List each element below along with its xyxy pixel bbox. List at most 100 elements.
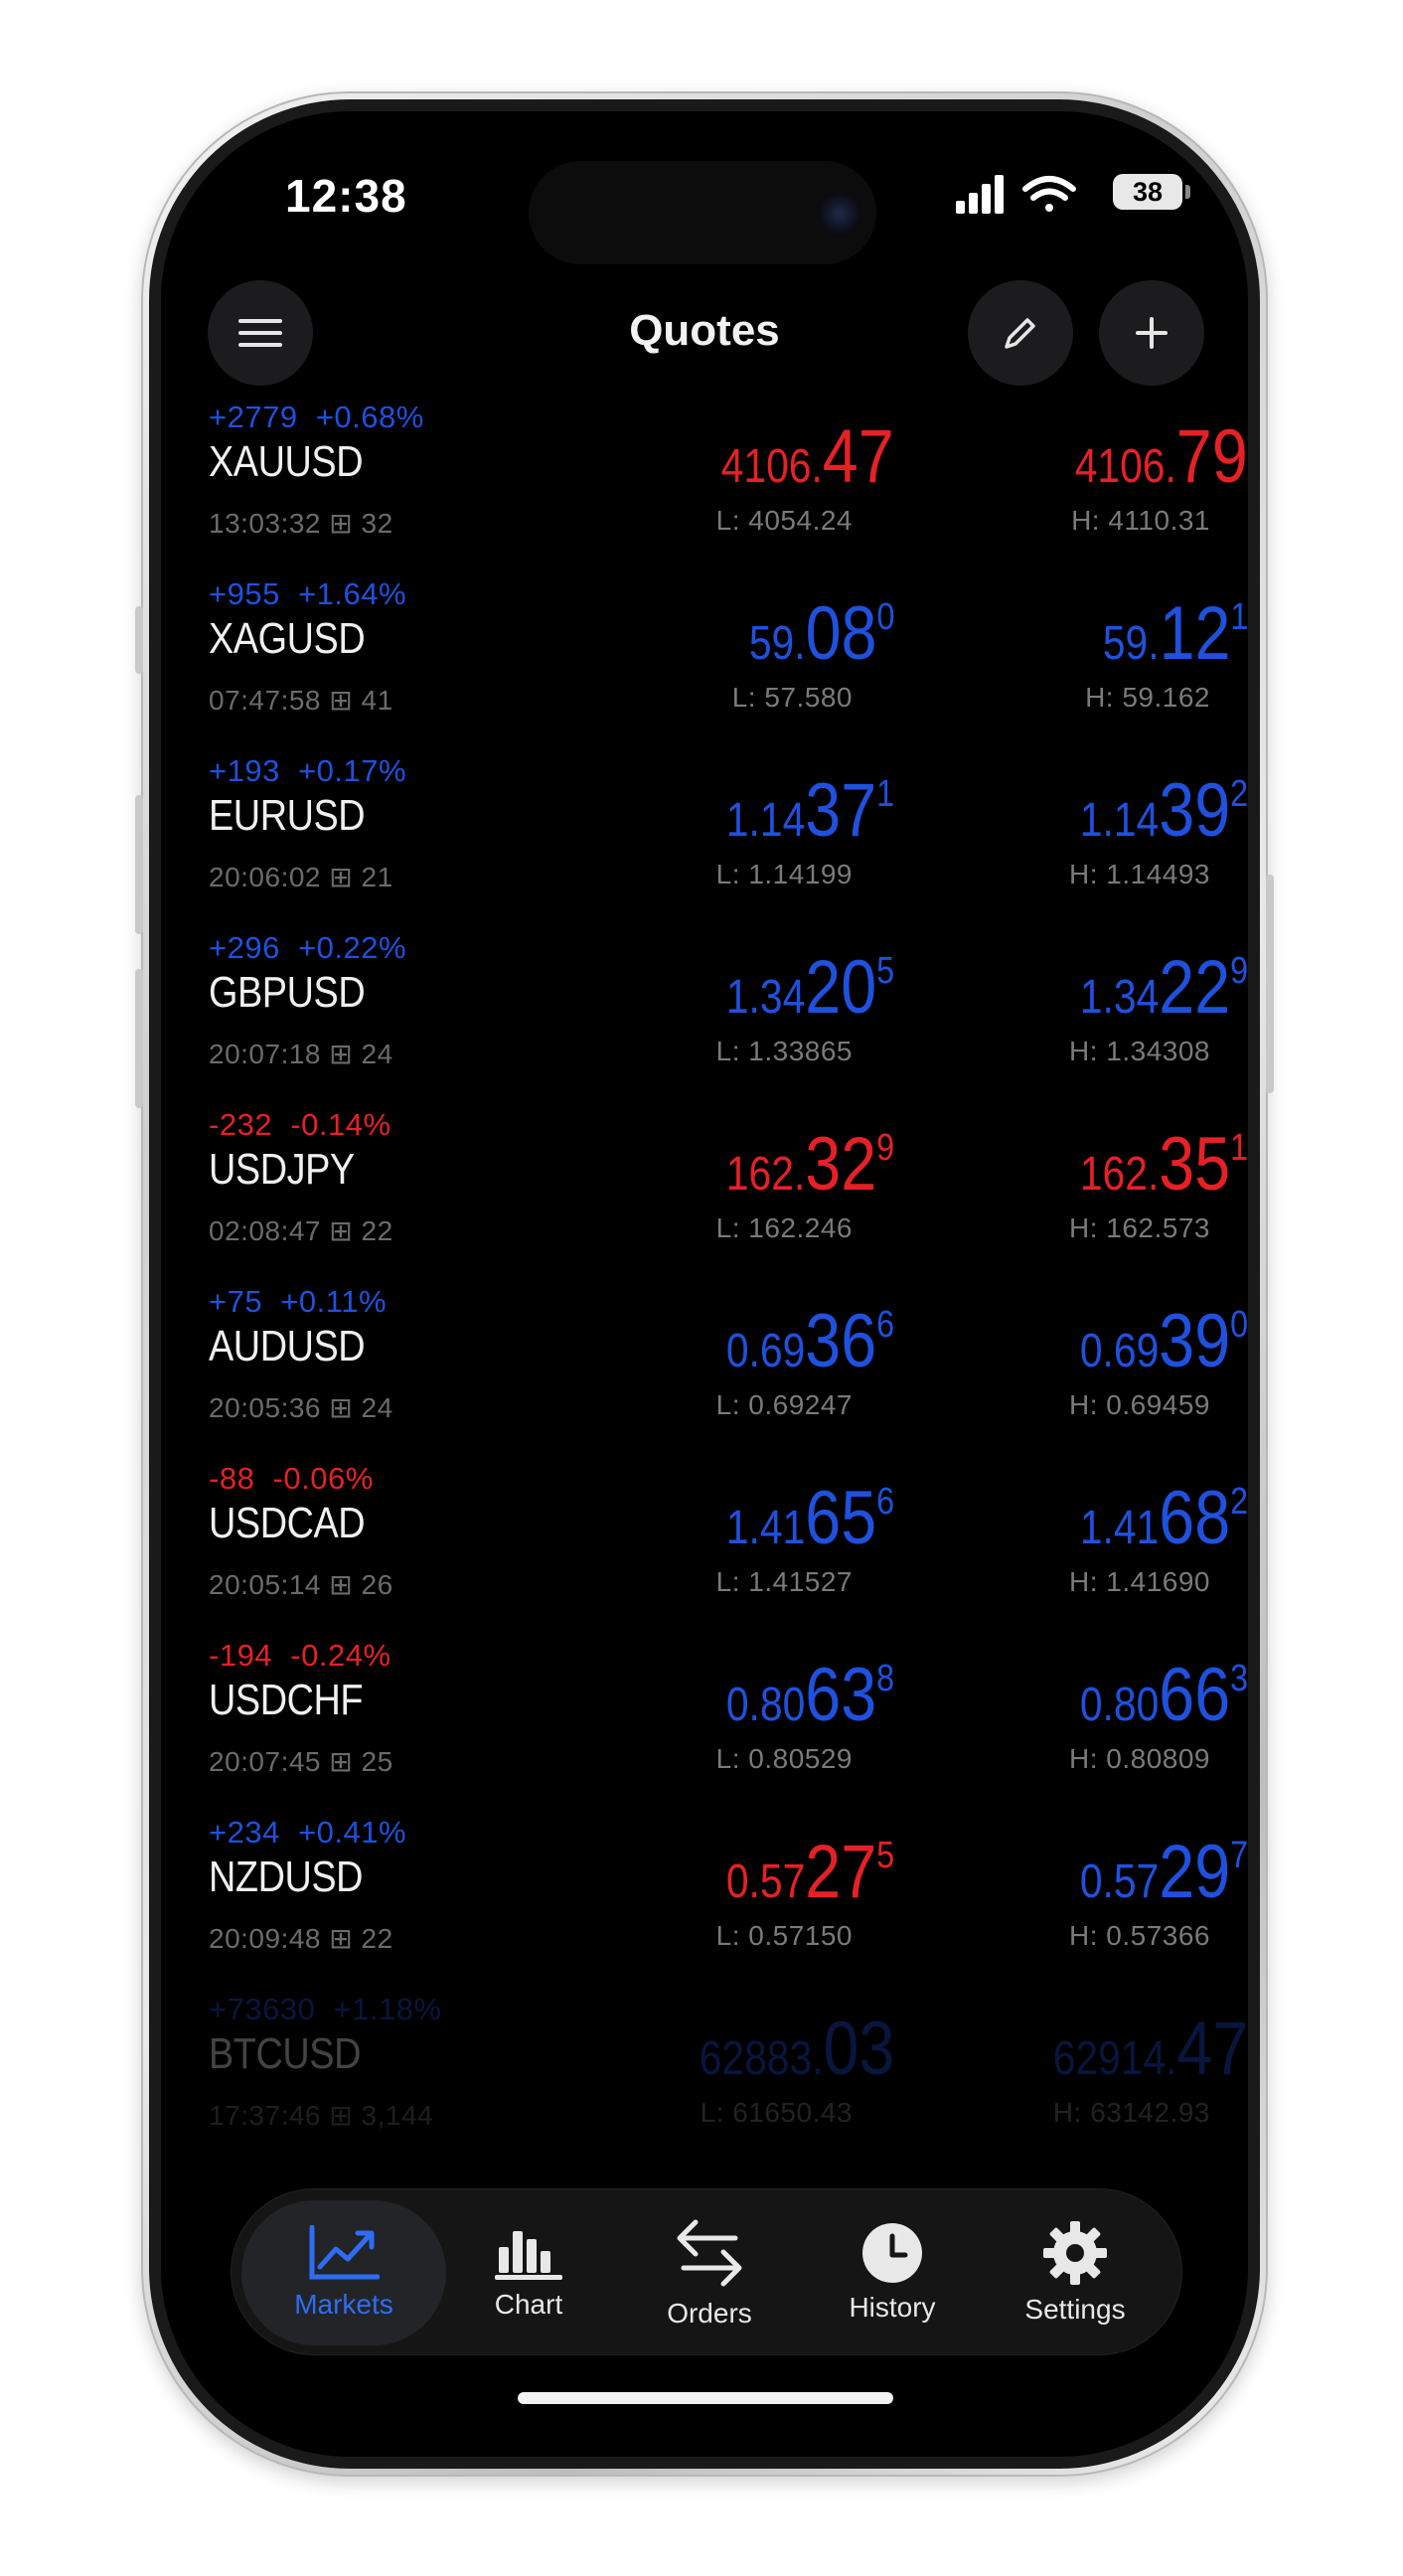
spread-value: 41 <box>361 685 393 716</box>
spread-value: 3,144 <box>361 2100 434 2131</box>
spread-icon: ⊞ <box>329 1923 354 1954</box>
ask-price[interactable]: 1.34229 <box>1080 944 1248 1030</box>
ask-pip-digit: 2 <box>1230 773 1248 815</box>
bid-big-digits: 03 <box>823 2007 894 2091</box>
bid-price[interactable]: 59.080 <box>748 590 894 676</box>
spread-icon: ⊞ <box>329 508 354 539</box>
ask-price[interactable]: 0.80663 <box>1080 1652 1248 1737</box>
ask-price[interactable]: 59.121 <box>1102 590 1248 676</box>
symbol-name: AUDUSD <box>209 1322 366 1370</box>
ask-prefix: 62914. <box>1052 2032 1177 2085</box>
change-percent: +0.68% <box>315 400 424 434</box>
phone-power-button <box>1266 875 1274 1093</box>
low-price: L: 0.80529 <box>715 1743 853 1774</box>
bid-price[interactable]: 1.34205 <box>725 944 894 1030</box>
quote-row-xagusd[interactable]: +955 +1.64% XAGUSD 07:47:58 ⊞ 41 59.080 … <box>161 576 1248 753</box>
ask-price[interactable]: 4106.79 <box>1075 413 1248 499</box>
spread-value: 25 <box>361 1746 393 1777</box>
bid-price[interactable]: 1.41656 <box>725 1475 894 1560</box>
bid-prefix: 1.34 <box>725 971 806 1024</box>
bid-price[interactable]: 62883.03 <box>699 2006 894 2091</box>
page-title: Quotes <box>629 306 780 355</box>
ask-pip-digit: 2 <box>1230 1481 1248 1523</box>
ask-price[interactable]: 0.69390 <box>1079 1298 1248 1383</box>
quote-row-usdjpy[interactable]: -232 -0.14% USDJPY 02:08:47 ⊞ 22 162.329… <box>161 1107 1248 1284</box>
quote-time: 20:09:48 <box>209 1923 321 1954</box>
ask-prefix: 4106. <box>1075 440 1177 493</box>
change-text: -194 -0.24% <box>209 1638 391 1674</box>
change-points: +955 <box>209 576 280 611</box>
ask-price[interactable]: 1.14392 <box>1079 767 1248 853</box>
high-price: H: 1.41690 <box>1069 1566 1210 1597</box>
quote-row-usdchf[interactable]: -194 -0.24% USDCHF 20:07:45 ⊞ 25 0.80638… <box>161 1638 1248 1815</box>
swap-arrows-icon <box>677 2219 742 2287</box>
tab-settings[interactable]: Settings <box>981 2189 1169 2356</box>
cellular-signal-icon <box>956 175 1004 214</box>
ask-prefix: 0.57 <box>1079 1855 1160 1908</box>
quote-row-nzdusd[interactable]: +234 +0.41% NZDUSD 20:09:48 ⊞ 22 0.57275… <box>161 1815 1248 1992</box>
quote-time: 20:07:45 <box>209 1746 321 1777</box>
bid-price[interactable]: 162.329 <box>726 1121 894 1207</box>
ask-price[interactable]: 62914.47 <box>1052 2006 1248 2091</box>
ask-pip-digit: 9 <box>1230 950 1248 992</box>
low-price: L: 162.246 <box>715 1212 853 1243</box>
tab-history[interactable]: History <box>798 2189 987 2356</box>
ask-big-digits: 22 <box>1159 945 1231 1030</box>
quote-row-gbpusd[interactable]: +296 +0.22% GBPUSD 20:07:18 ⊞ 24 1.34205… <box>161 930 1248 1107</box>
quote-time: 17:37:46 <box>209 2100 321 2131</box>
ask-prefix: 1.14 <box>1079 794 1160 847</box>
ask-price[interactable]: 0.57297 <box>1079 1829 1248 1914</box>
home-indicator[interactable] <box>518 2392 893 2404</box>
ask-pip-digit: 1 <box>1230 1127 1248 1169</box>
battery-indicator: 38 <box>1113 174 1182 210</box>
bid-prefix: 0.69 <box>725 1325 806 1377</box>
quote-meta: 20:07:18 ⊞ 24 <box>209 1038 393 1070</box>
bid-price[interactable]: 0.69366 <box>725 1298 894 1383</box>
tab-chart[interactable]: Chart <box>434 2189 623 2356</box>
ask-prefix: 0.69 <box>1079 1325 1160 1377</box>
high-price: H: 0.57366 <box>1069 1920 1210 1951</box>
bid-price[interactable]: 0.80638 <box>726 1652 894 1737</box>
add-symbol-button[interactable] <box>1099 280 1204 386</box>
change-percent: -0.24% <box>290 1638 391 1673</box>
spread-value: 24 <box>361 1039 393 1069</box>
tab-label: History <box>849 2292 936 2323</box>
quote-meta: 20:05:14 ⊞ 26 <box>209 1568 393 1601</box>
bid-prefix: 1.41 <box>725 1502 806 1554</box>
high-price: H: 59.162 <box>1085 682 1210 713</box>
bottom-tab-bar: Markets Chart Orders History Settings <box>231 2188 1182 2355</box>
quote-row-eurusd[interactable]: +193 +0.17% EURUSD 20:06:02 ⊞ 21 1.14371… <box>161 753 1248 930</box>
phone-action-button <box>135 606 143 674</box>
bid-price[interactable]: 1.14371 <box>726 767 894 853</box>
quote-time: 07:47:58 <box>209 685 321 716</box>
quote-row-btcusd[interactable]: +73630 +1.18% BTCUSD 17:37:46 ⊞ 3,144 62… <box>161 1992 1248 2169</box>
bid-price[interactable]: 4106.47 <box>721 413 894 499</box>
high-price: H: 162.573 <box>1069 1212 1210 1243</box>
gear-icon <box>1043 2221 1107 2285</box>
bid-price[interactable]: 0.57275 <box>726 1829 894 1914</box>
ask-price[interactable]: 1.41682 <box>1080 1475 1248 1560</box>
bid-big-digits: 37 <box>805 768 877 853</box>
ask-price[interactable]: 162.351 <box>1080 1121 1248 1207</box>
tab-markets[interactable]: Markets <box>241 2200 446 2345</box>
bid-big-digits: 63 <box>805 1653 877 1737</box>
quote-meta: 20:09:48 ⊞ 22 <box>209 1922 393 1955</box>
quote-row-xauusd[interactable]: +2779 +0.68% XAUUSD 13:03:32 ⊞ 32 4106.4… <box>161 400 1248 576</box>
change-percent: +1.18% <box>333 1992 442 2026</box>
spread-icon: ⊞ <box>329 1569 354 1600</box>
low-price: L: 0.57150 <box>715 1920 853 1951</box>
bid-prefix: 62883. <box>699 2032 824 2085</box>
status-time: 12:38 <box>285 170 407 222</box>
low-price: L: 0.69247 <box>715 1389 853 1420</box>
quote-row-usdcad[interactable]: -88 -0.06% USDCAD 20:05:14 ⊞ 26 1.41656 … <box>161 1461 1248 1638</box>
change-text: +73630 +1.18% <box>209 1992 442 2027</box>
high-price: H: 0.80809 <box>1069 1743 1210 1774</box>
spread-icon: ⊞ <box>329 1215 354 1246</box>
edit-button[interactable] <box>968 280 1073 386</box>
quote-meta: 17:37:46 ⊞ 3,144 <box>209 2099 433 2132</box>
symbol-name: BTCUSD <box>209 2029 361 2078</box>
tab-orders[interactable]: Orders <box>615 2189 804 2356</box>
change-points: +234 <box>209 1815 280 1850</box>
change-text: -88 -0.06% <box>209 1461 374 1497</box>
quote-row-audusd[interactable]: +75 +0.11% AUDUSD 20:05:36 ⊞ 24 0.69366 … <box>161 1284 1248 1461</box>
